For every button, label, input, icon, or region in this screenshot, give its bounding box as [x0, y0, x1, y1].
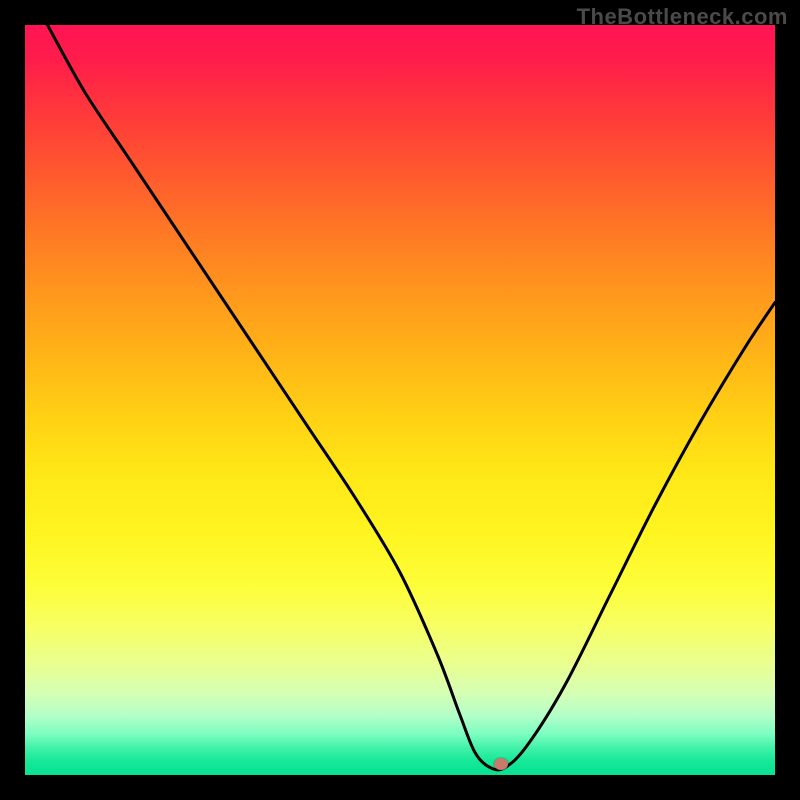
min-marker — [494, 758, 508, 770]
watermark-text: TheBottleneck.com — [577, 4, 788, 30]
bottleneck-curve — [25, 25, 775, 775]
chart-frame: TheBottleneck.com — [0, 0, 800, 800]
plot-area — [25, 25, 775, 775]
